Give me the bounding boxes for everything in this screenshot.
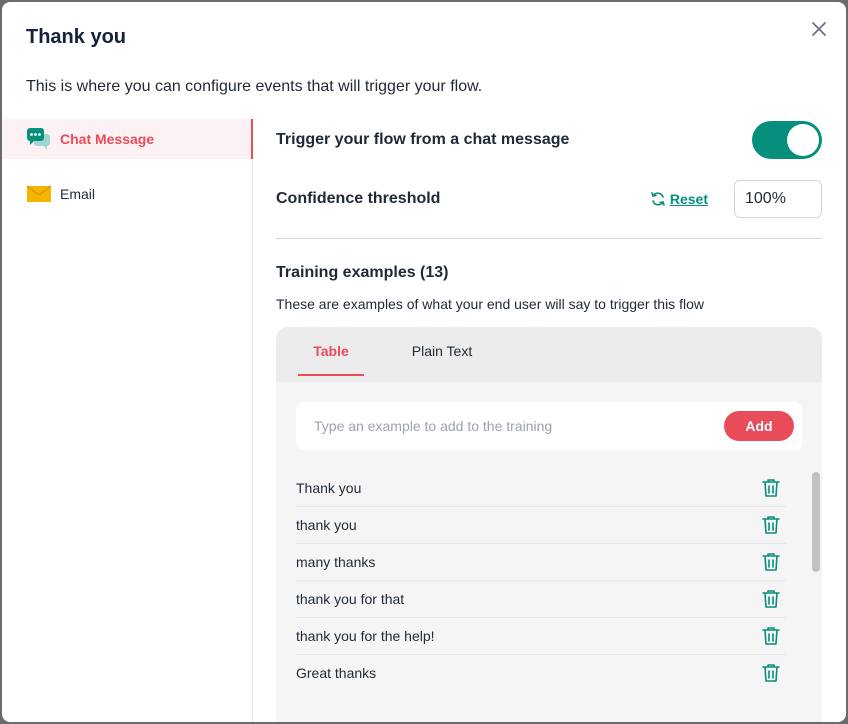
dialog-subtitle: This is where you can configure events t… xyxy=(26,78,483,95)
list-item: Thank you xyxy=(296,470,786,507)
example-text: thank you xyxy=(296,517,357,533)
example-text: Thank you xyxy=(296,480,362,496)
trash-icon[interactable] xyxy=(762,552,780,572)
training-description: These are examples of what your end user… xyxy=(276,296,704,312)
example-input[interactable] xyxy=(296,402,696,450)
examples-list: Thank you thank you many thanks thank yo… xyxy=(296,470,786,691)
sidebar-item-email[interactable]: Email xyxy=(2,174,252,214)
trigger-config-dialog: Thank you This is where you can configur… xyxy=(2,2,846,722)
list-item: many thanks xyxy=(296,544,786,581)
list-item: thank you for that xyxy=(296,581,786,618)
event-sidebar: Chat Message Email xyxy=(2,119,253,722)
toggle-knob xyxy=(787,124,819,156)
sidebar-item-label: Chat Message xyxy=(60,131,155,147)
scroll-thumb[interactable] xyxy=(812,472,820,572)
add-button[interactable]: Add xyxy=(724,411,794,441)
example-text: thank you for the help! xyxy=(296,628,435,644)
example-text: many thanks xyxy=(296,554,376,570)
example-text: Great thanks xyxy=(296,665,377,681)
trash-icon[interactable] xyxy=(762,478,780,498)
trash-icon[interactable] xyxy=(762,663,780,683)
list-item: Great thanks xyxy=(296,655,786,691)
tab-table[interactable]: Table xyxy=(298,327,364,376)
trash-icon[interactable] xyxy=(762,626,780,646)
dialog-title: Thank you xyxy=(26,26,127,48)
envelope-icon xyxy=(26,182,52,206)
confidence-label: Confidence threshold xyxy=(276,190,441,207)
trash-icon[interactable] xyxy=(762,589,780,609)
trigger-settings: Trigger your flow from a chat message Co… xyxy=(276,119,822,722)
divider xyxy=(276,238,822,239)
chat-trigger-toggle[interactable] xyxy=(752,121,822,159)
add-example-box: Add xyxy=(296,402,802,450)
sidebar-item-chat-message[interactable]: Chat Message xyxy=(2,119,253,159)
chat-trigger-label: Trigger your flow from a chat message xyxy=(276,131,570,148)
reset-button[interactable]: Reset xyxy=(650,191,708,207)
list-item: thank you xyxy=(296,507,786,544)
confidence-threshold-input[interactable] xyxy=(734,180,822,218)
training-panel: Table Plain Text Add Thank you thank you… xyxy=(276,327,822,722)
sidebar-item-label: Email xyxy=(60,186,96,202)
tab-plain-text[interactable]: Plain Text xyxy=(402,327,482,374)
confidence-row: Confidence threshold Reset xyxy=(276,179,822,219)
trash-icon[interactable] xyxy=(762,515,780,535)
training-tabs: Table Plain Text xyxy=(276,327,822,382)
example-text: thank you for that xyxy=(296,591,405,607)
examples-scrollbar[interactable] xyxy=(812,472,820,722)
list-item: thank you for the help! xyxy=(296,618,786,655)
refresh-icon xyxy=(651,192,665,206)
reset-label: Reset xyxy=(669,191,708,207)
chat-trigger-row: Trigger your flow from a chat message xyxy=(276,121,822,159)
chat-bubbles-icon xyxy=(26,127,52,151)
close-icon[interactable] xyxy=(810,20,828,38)
training-title: Training examples (13) xyxy=(276,264,449,281)
